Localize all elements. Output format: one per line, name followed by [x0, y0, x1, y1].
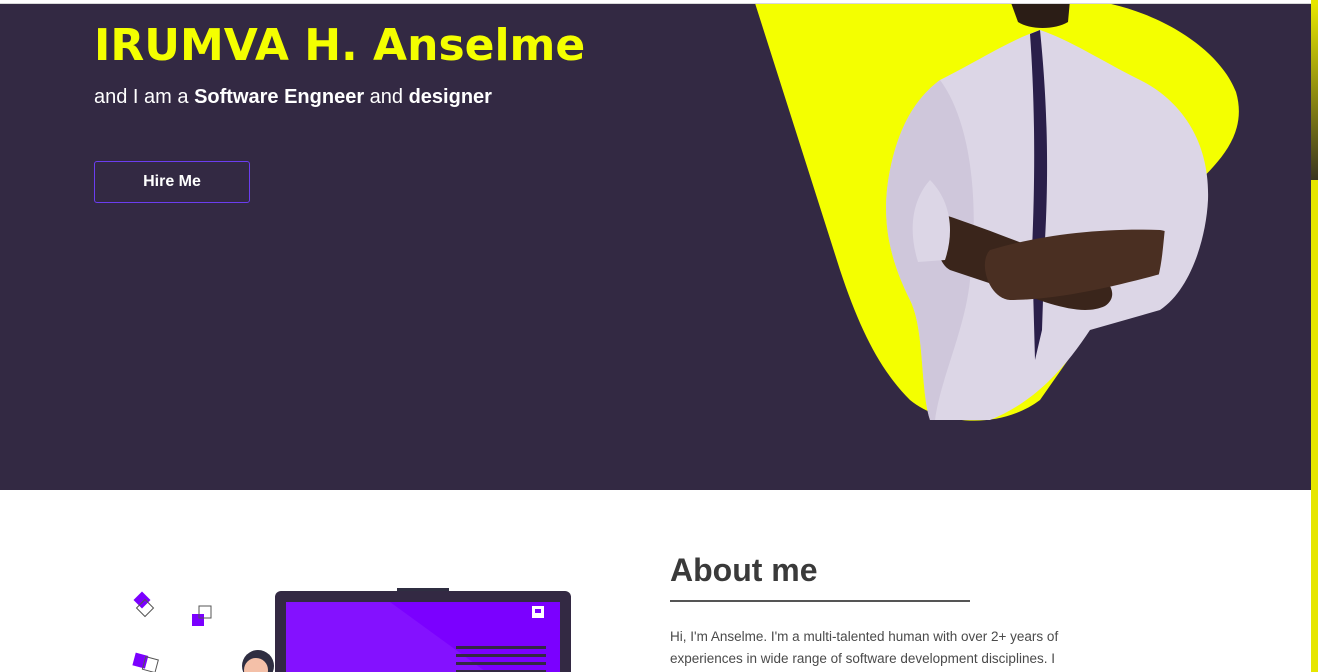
hero-section: IRUMVA H. Anselme and I am a Software En… — [0, 4, 1311, 490]
about-heading: About me — [670, 552, 818, 588]
hire-me-button[interactable]: Hire Me — [94, 161, 250, 203]
hero-role-software: Software Engneer — [194, 86, 365, 108]
portrait-photo — [755, 4, 1239, 421]
hero-sub-mid: and — [364, 86, 409, 108]
page-scrollbar-thumb[interactable] — [1311, 4, 1318, 180]
hero-subtitle: and I am a Software Engneer and designer — [94, 86, 492, 109]
about-paragraph: Hi, I'm Anselme. I'm a multi-talented hu… — [670, 626, 1110, 670]
about-line-2: experiences in wide range of software de… — [670, 651, 1055, 666]
hero-role-designer: designer — [408, 86, 492, 108]
about-line-1: Hi, I'm Anselme. I'm a multi-talented hu… — [670, 629, 1059, 644]
about-heading-underline — [670, 600, 970, 602]
developer-illustration — [132, 588, 571, 672]
hero-sub-prefix: and I am a — [94, 86, 195, 108]
hero-name: IRUMVA H. Anselme — [94, 20, 586, 71]
